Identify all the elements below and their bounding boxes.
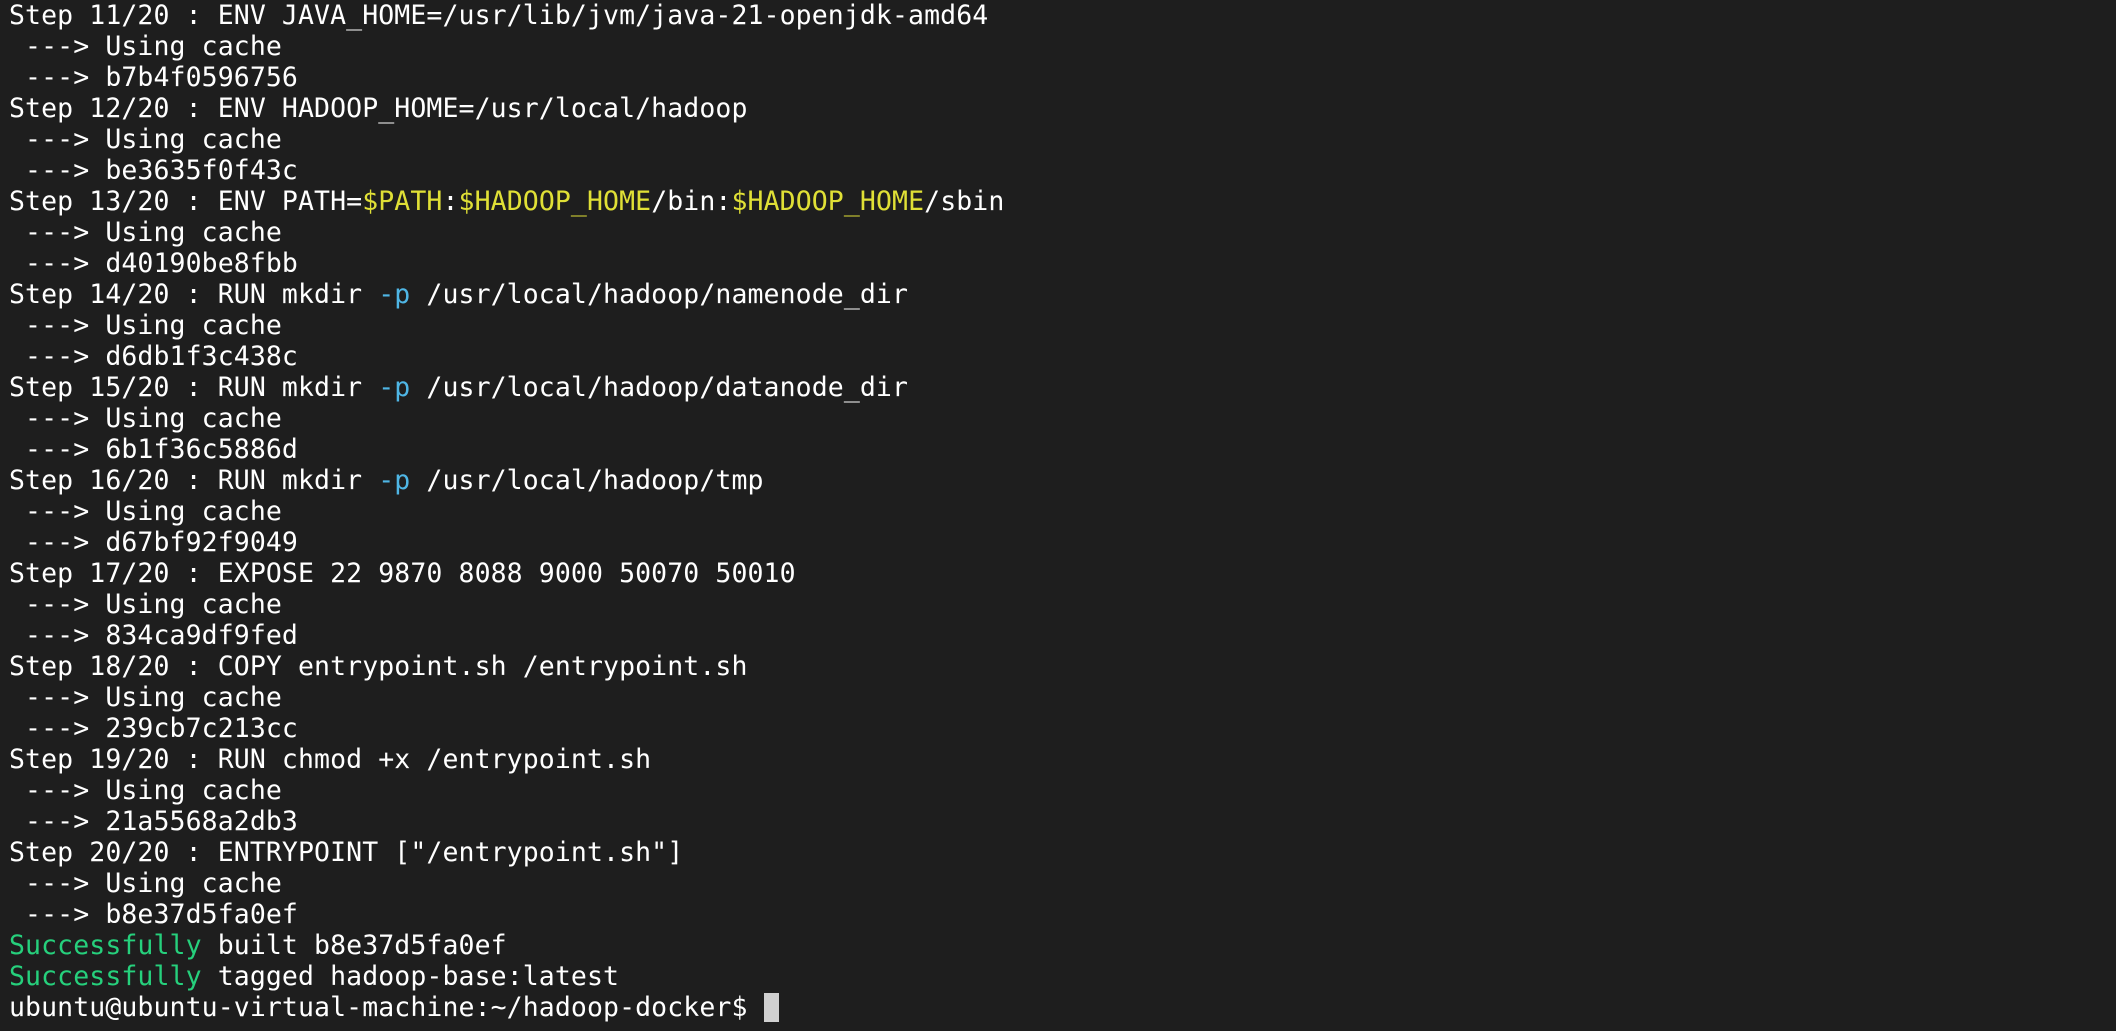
output-line: Step 17/20 : EXPOSE 22 9870 8088 9000 50…	[9, 558, 2116, 589]
output-text: /usr/local/hadoop/datanode_dir	[410, 372, 909, 403]
output-line: Step 20/20 : ENTRYPOINT ["/entrypoint.sh…	[9, 837, 2116, 868]
output-text: ---> 834ca9df9fed	[9, 620, 298, 651]
output-line: ---> 239cb7c213cc	[9, 713, 2116, 744]
output-line: ---> 21a5568a2db3	[9, 806, 2116, 837]
output-line: ---> Using cache	[9, 589, 2116, 620]
output-text: ---> Using cache	[9, 403, 282, 434]
output-text: built b8e37d5fa0ef	[201, 930, 507, 961]
output-line: ---> Using cache	[9, 403, 2116, 434]
output-text: ---> 239cb7c213cc	[9, 713, 298, 744]
output-line: Successfully tagged hadoop-base:latest	[9, 961, 2116, 992]
output-line: Step 13/20 : ENV PATH=$PATH:$HADOOP_HOME…	[9, 186, 2116, 217]
output-text: Step 19/20 : RUN chmod +x /entrypoint.sh	[9, 744, 652, 775]
output-text: Step 20/20 : ENTRYPOINT ["/entrypoint.sh…	[9, 837, 684, 868]
output-line: ---> 834ca9df9fed	[9, 620, 2116, 651]
output-text: ---> b7b4f0596756	[9, 62, 298, 93]
output-line: ---> Using cache	[9, 124, 2116, 155]
output-line: ---> Using cache	[9, 682, 2116, 713]
output-text: ---> Using cache	[9, 310, 282, 341]
output-line: ---> d40190be8fbb	[9, 248, 2116, 279]
terminal-window[interactable]: Step 11/20 : ENV JAVA_HOME=/usr/lib/jvm/…	[0, 0, 2116, 1031]
output-text: tagged hadoop-base:latest	[201, 961, 620, 992]
output-text: ---> Using cache	[9, 124, 282, 155]
output-text: Step 17/20 : EXPOSE 22 9870 8088 9000 50…	[9, 558, 796, 589]
output-line: Step 19/20 : RUN chmod +x /entrypoint.sh	[9, 744, 2116, 775]
output-line: ---> Using cache	[9, 31, 2116, 62]
output-line: Step 16/20 : RUN mkdir -p /usr/local/had…	[9, 465, 2116, 496]
output-text: ---> Using cache	[9, 775, 282, 806]
output-line: ---> Using cache	[9, 310, 2116, 341]
output-text: ---> Using cache	[9, 31, 282, 62]
command-flag: -p	[378, 372, 411, 403]
output-line: Step 11/20 : ENV JAVA_HOME=/usr/lib/jvm/…	[9, 0, 2116, 31]
output-text: Step 15/20 : RUN mkdir	[9, 372, 379, 403]
output-text: /usr/local/hadoop/namenode_dir	[410, 279, 909, 310]
output-text: /bin:	[651, 186, 732, 217]
terminal-output: Step 11/20 : ENV JAVA_HOME=/usr/lib/jvm/…	[9, 0, 2116, 992]
output-text: ---> Using cache	[9, 217, 282, 248]
output-text: ---> 21a5568a2db3	[9, 806, 298, 837]
output-text: /sbin	[924, 186, 1005, 217]
command-flag: -p	[378, 465, 411, 496]
output-text: ---> Using cache	[9, 868, 282, 899]
env-variable: $HADOOP_HOME	[458, 186, 652, 217]
output-text: ---> d40190be8fbb	[9, 248, 298, 279]
output-text: Step 16/20 : RUN mkdir	[9, 465, 379, 496]
output-text: ---> 6b1f36c5886d	[9, 434, 298, 465]
output-line: Step 15/20 : RUN mkdir -p /usr/local/had…	[9, 372, 2116, 403]
env-variable: $PATH	[362, 186, 443, 217]
output-line: ---> d6db1f3c438c	[9, 341, 2116, 372]
output-line: ---> b7b4f0596756	[9, 62, 2116, 93]
output-text: ---> d6db1f3c438c	[9, 341, 298, 372]
output-text: :	[442, 186, 459, 217]
output-line: ---> be3635f0f43c	[9, 155, 2116, 186]
output-line: ---> d67bf92f9049	[9, 527, 2116, 558]
output-text: ---> Using cache	[9, 682, 282, 713]
output-line: Step 18/20 : COPY entrypoint.sh /entrypo…	[9, 651, 2116, 682]
text-cursor	[763, 993, 779, 1022]
success-label: Successfully	[9, 930, 202, 961]
output-line: ---> Using cache	[9, 496, 2116, 527]
command-flag: -p	[378, 279, 411, 310]
output-text: ---> be3635f0f43c	[9, 155, 298, 186]
output-line: Successfully built b8e37d5fa0ef	[9, 930, 2116, 961]
output-text: ---> b8e37d5fa0ef	[9, 899, 298, 930]
output-text: ---> d67bf92f9049	[9, 527, 298, 558]
output-line: ---> Using cache	[9, 868, 2116, 899]
output-line: Step 12/20 : ENV HADOOP_HOME=/usr/local/…	[9, 93, 2116, 124]
prompt-line[interactable]: ubuntu@ubuntu-virtual-machine:~/hadoop-d…	[9, 992, 2116, 1023]
output-line: Step 14/20 : RUN mkdir -p /usr/local/had…	[9, 279, 2116, 310]
output-line: ---> Using cache	[9, 775, 2116, 806]
output-text: Step 13/20 : ENV PATH=	[9, 186, 363, 217]
output-text: ---> Using cache	[9, 589, 282, 620]
output-text: ---> Using cache	[9, 496, 282, 527]
shell-prompt: ubuntu@ubuntu-virtual-machine:~/hadoop-d…	[9, 992, 764, 1023]
output-text: Step 14/20 : RUN mkdir	[9, 279, 379, 310]
output-text: Step 12/20 : ENV HADOOP_HOME=/usr/local/…	[9, 93, 748, 124]
output-line: ---> b8e37d5fa0ef	[9, 899, 2116, 930]
output-line: ---> 6b1f36c5886d	[9, 434, 2116, 465]
output-text: Step 18/20 : COPY entrypoint.sh /entrypo…	[9, 651, 748, 682]
output-line: ---> Using cache	[9, 217, 2116, 248]
env-variable: $HADOOP_HOME	[731, 186, 925, 217]
success-label: Successfully	[9, 961, 202, 992]
output-text: /usr/local/hadoop/tmp	[410, 465, 764, 496]
output-text: Step 11/20 : ENV JAVA_HOME=/usr/lib/jvm/…	[9, 0, 989, 31]
